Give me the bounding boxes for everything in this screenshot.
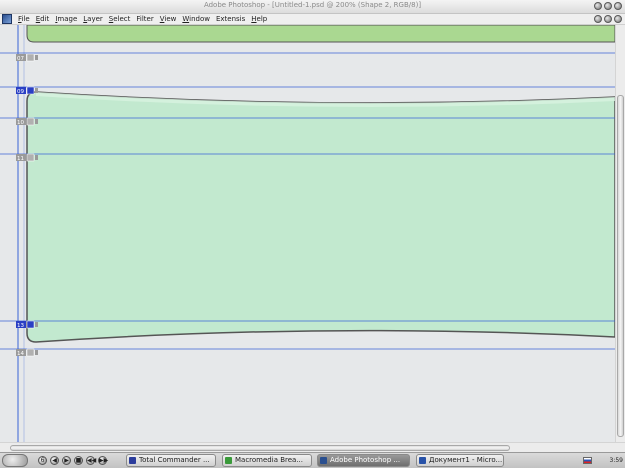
menu-item[interactable]: Edit [33, 14, 53, 24]
menu-item-label: Filter [136, 15, 154, 23]
slice-type-icon [26, 53, 35, 62]
menu-item[interactable]: Select [106, 14, 134, 24]
horizontal-scrollbar[interactable] [0, 442, 625, 452]
menu-list: File Edit Image Layer Select Filter View Window… [15, 14, 270, 24]
menu-item-label: ayer [87, 15, 103, 23]
slice-type-icon [26, 348, 35, 357]
document-close-button[interactable] [614, 15, 622, 23]
menu-item[interactable]: Window [179, 14, 213, 24]
rewind-icon[interactable]: ◀ [50, 456, 59, 465]
previous-icon[interactable]: ◀◀ [86, 456, 96, 465]
menu-item-label: elp [256, 15, 268, 23]
menu-item-label: mage [57, 15, 78, 23]
media-app-icon[interactable]: 6 [38, 456, 47, 465]
vertical-scroll-thumb[interactable] [617, 95, 624, 437]
menu-item[interactable]: Image [52, 14, 80, 24]
task-app-icon [129, 457, 136, 464]
main-shape [26, 91, 615, 343]
slice-number: 14 [17, 351, 24, 357]
task-label: Документ1 - Micro... [429, 456, 503, 464]
slice-link-icon [35, 119, 38, 124]
stop-icon[interactable]: ■ [74, 456, 83, 465]
menu-item-label: dit [40, 15, 50, 23]
menu-item-label: iew [164, 15, 177, 23]
slice-type-icon [26, 117, 35, 126]
slice-badge[interactable]: 07 [16, 53, 38, 62]
menu-item-label: Extensis [215, 15, 246, 23]
menu-item[interactable]: File [15, 14, 33, 24]
slice-number: 07 [17, 56, 24, 62]
minimize-window-button[interactable] [594, 2, 602, 10]
menu-item[interactable]: Layer [80, 14, 106, 24]
slice-number: 10 [17, 120, 24, 126]
menu-item[interactable]: Help [248, 14, 270, 24]
taskbar-task-button[interactable]: Macromedia Brea... [222, 454, 312, 467]
vertical-scrollbar[interactable] [615, 25, 625, 442]
language-flag-icon[interactable] [583, 457, 592, 464]
slice-number: 11 [17, 156, 24, 162]
slice-type-icon [26, 153, 35, 162]
taskbar-task-button[interactable]: Total Commander ... [126, 454, 216, 467]
slice-badge[interactable]: 14 [16, 348, 38, 357]
task-app-icon [320, 457, 327, 464]
slice-link-icon [35, 55, 38, 60]
task-label: Adobe Photoshop ... [330, 456, 401, 464]
task-label: Total Commander ... [139, 456, 210, 464]
slice-link-icon [35, 155, 38, 160]
title-bar: Adobe Photoshop - [Untitled-1.psd @ 200%… [0, 0, 625, 14]
canvas-artwork: 07 09 10 11 13 14 [0, 25, 615, 442]
task-app-icon [225, 457, 232, 464]
taskbar-task-button[interactable]: Adobe Photoshop ... [317, 454, 410, 467]
task-app-icon [419, 457, 426, 464]
play-icon[interactable]: ▶ [62, 456, 71, 465]
clock: 3:59 [609, 457, 623, 464]
taskbar: 6 ◀ ▶ ■ ◀◀ ▶▶ Total Commander ... Macromedia B… [0, 452, 625, 468]
next-icon[interactable]: ▶▶ [98, 456, 108, 465]
menu-item[interactable]: Filter [133, 14, 156, 24]
slice-link-icon [35, 350, 38, 355]
close-window-button[interactable] [614, 2, 622, 10]
document-canvas[interactable]: 07 09 10 11 13 14 [0, 25, 615, 442]
top-shape [26, 25, 615, 43]
maximize-window-button[interactable] [604, 2, 612, 10]
menu-item-label: elect [113, 15, 131, 23]
menu-bar: File Edit Image Layer Select Filter View Window… [0, 14, 625, 25]
slice-number: 09 [17, 89, 24, 95]
menu-item-label: indow [189, 15, 210, 23]
document-minimize-button[interactable] [594, 15, 602, 23]
menu-item-label: ile [21, 15, 30, 23]
start-button[interactable] [2, 454, 28, 467]
slice-link-icon [35, 88, 38, 93]
task-label: Macromedia Brea... [235, 456, 304, 464]
menu-item[interactable]: View [157, 14, 180, 24]
taskbar-task-button[interactable]: Документ1 - Micro... [416, 454, 504, 467]
slice-number: 13 [17, 323, 24, 329]
photoshop-app-icon[interactable] [2, 14, 12, 24]
system-tray: 3:59 [583, 454, 623, 467]
horizontal-scroll-thumb[interactable] [10, 445, 510, 451]
menu-item[interactable]: Extensis [213, 14, 248, 24]
window-title: Adobe Photoshop - [Untitled-1.psd @ 200%… [203, 1, 422, 9]
document-restore-button[interactable] [604, 15, 612, 23]
slice-type-icon [26, 320, 35, 329]
slice-link-icon [35, 322, 38, 327]
slice-type-icon [26, 86, 35, 95]
